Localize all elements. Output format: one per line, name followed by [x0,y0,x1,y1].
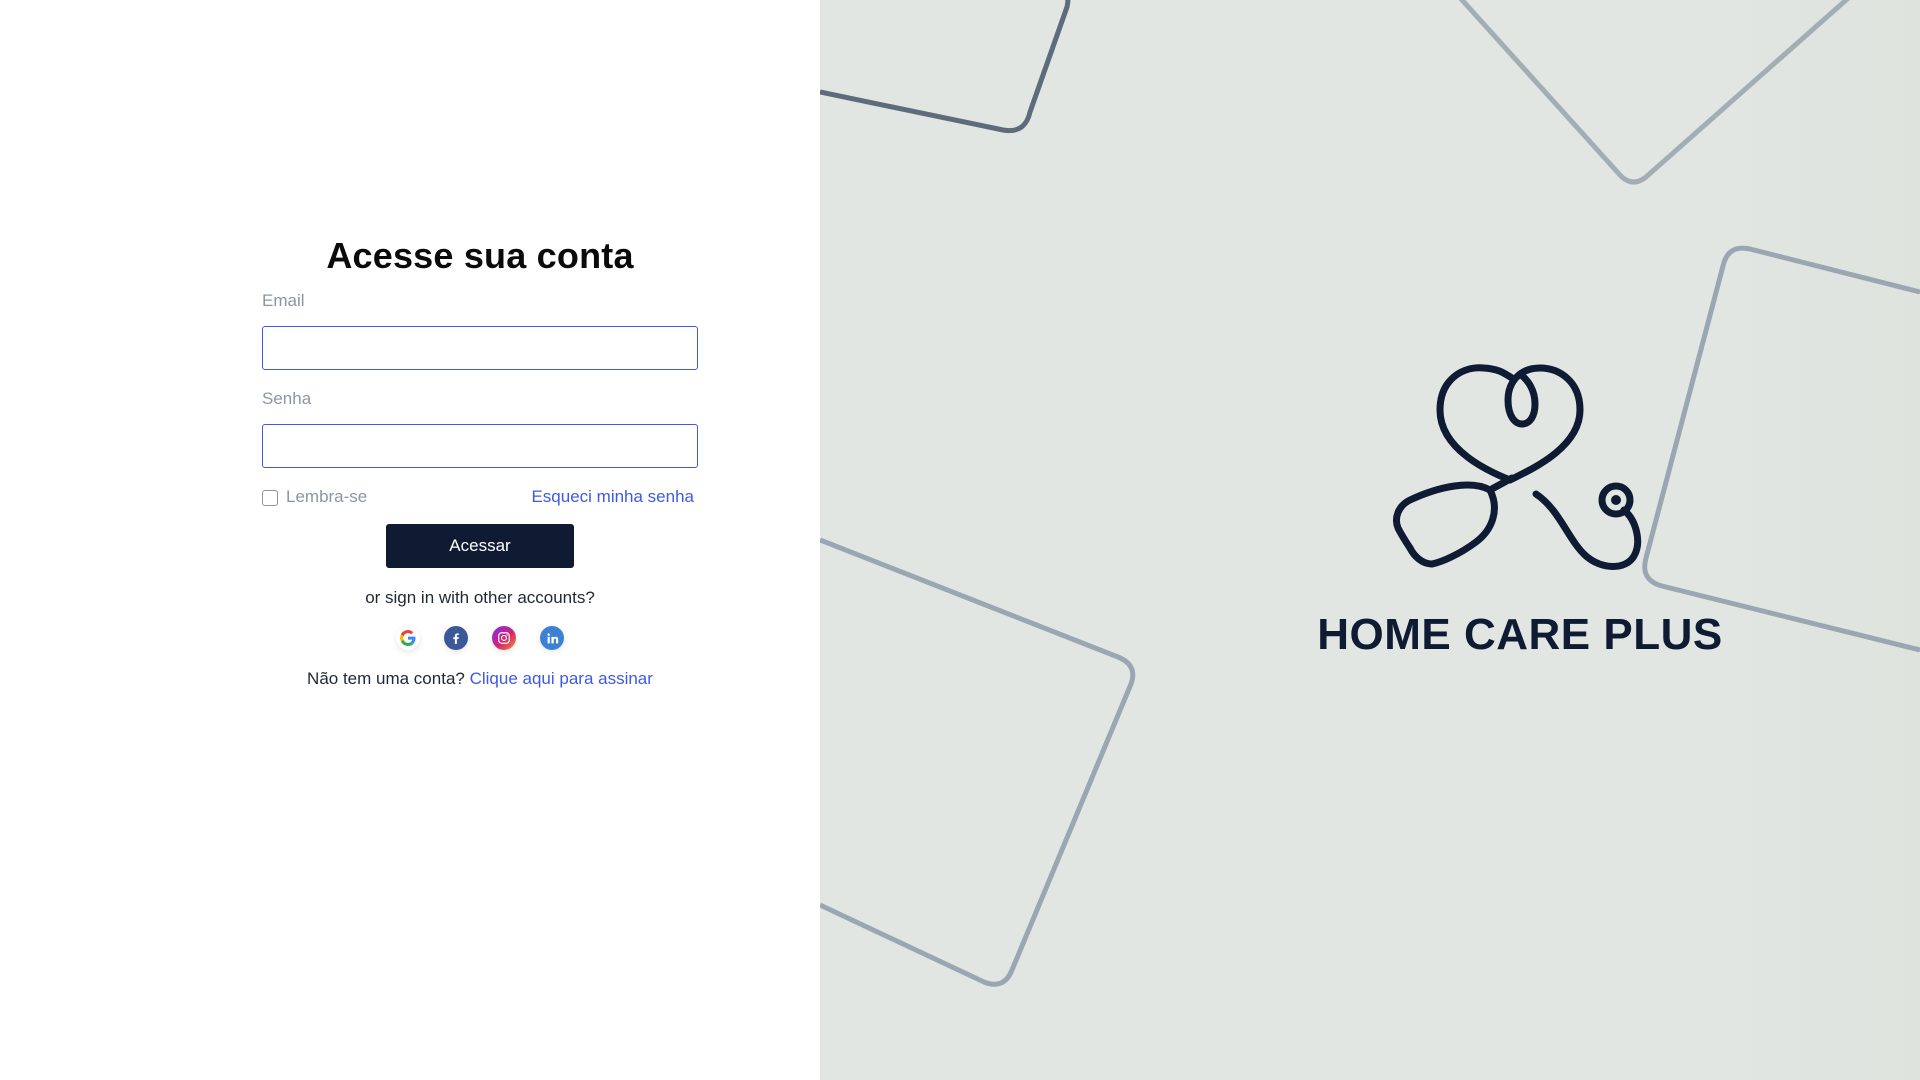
remember-me-control[interactable]: Lembra-se [262,487,367,507]
login-panel: Acesse sua conta Email Senha Lembra-se E… [0,0,820,1080]
social-login-row [262,626,698,650]
submit-row: Acessar [262,524,698,568]
google-icon [400,630,416,646]
login-form: Acesse sua conta Email Senha Lembra-se E… [262,228,698,689]
email-label: Email [262,291,305,310]
login-page: Acesse sua conta Email Senha Lembra-se E… [0,0,1920,1080]
signup-line: Não tem uma conta? Clique aqui para assi… [262,669,698,689]
email-field[interactable] [262,326,698,370]
brand-panel: HOME CARE PLUS [820,0,1920,1080]
brand-name: HOME CARE PLUS [1317,610,1723,659]
decorative-diamond-top [1458,0,1850,185]
signup-link[interactable]: Clique aqui para assinar [470,669,653,688]
page-title: Acesse sua conta [326,235,634,276]
forgot-password-link[interactable]: Esqueci minha senha [531,487,694,507]
login-button[interactable]: Acessar [386,524,574,568]
instagram-icon [498,632,510,644]
decorative-square-bottom-left [820,537,1136,987]
brand: HOME CARE PLUS [1220,360,1820,660]
instagram-login-button[interactable] [492,626,516,650]
linkedin-login-button[interactable] [540,626,564,650]
remember-me-checkbox[interactable] [262,489,278,506]
remember-me-label: Lembra-se [286,487,368,506]
facebook-icon [453,633,459,644]
facebook-login-button[interactable] [444,626,468,650]
password-label: Senha [262,389,312,408]
google-login-button[interactable] [396,626,420,650]
signup-prompt: Não tem uma conta? [307,669,465,688]
alt-signin-text: or sign in with other accounts? [365,588,595,607]
form-options-row: Lembra-se Esqueci minha senha [262,487,698,511]
linkedin-icon [546,632,558,643]
decorative-square-top-left [820,0,1071,134]
stethoscope-heart-icon [1393,364,1642,570]
password-field[interactable] [262,424,698,468]
